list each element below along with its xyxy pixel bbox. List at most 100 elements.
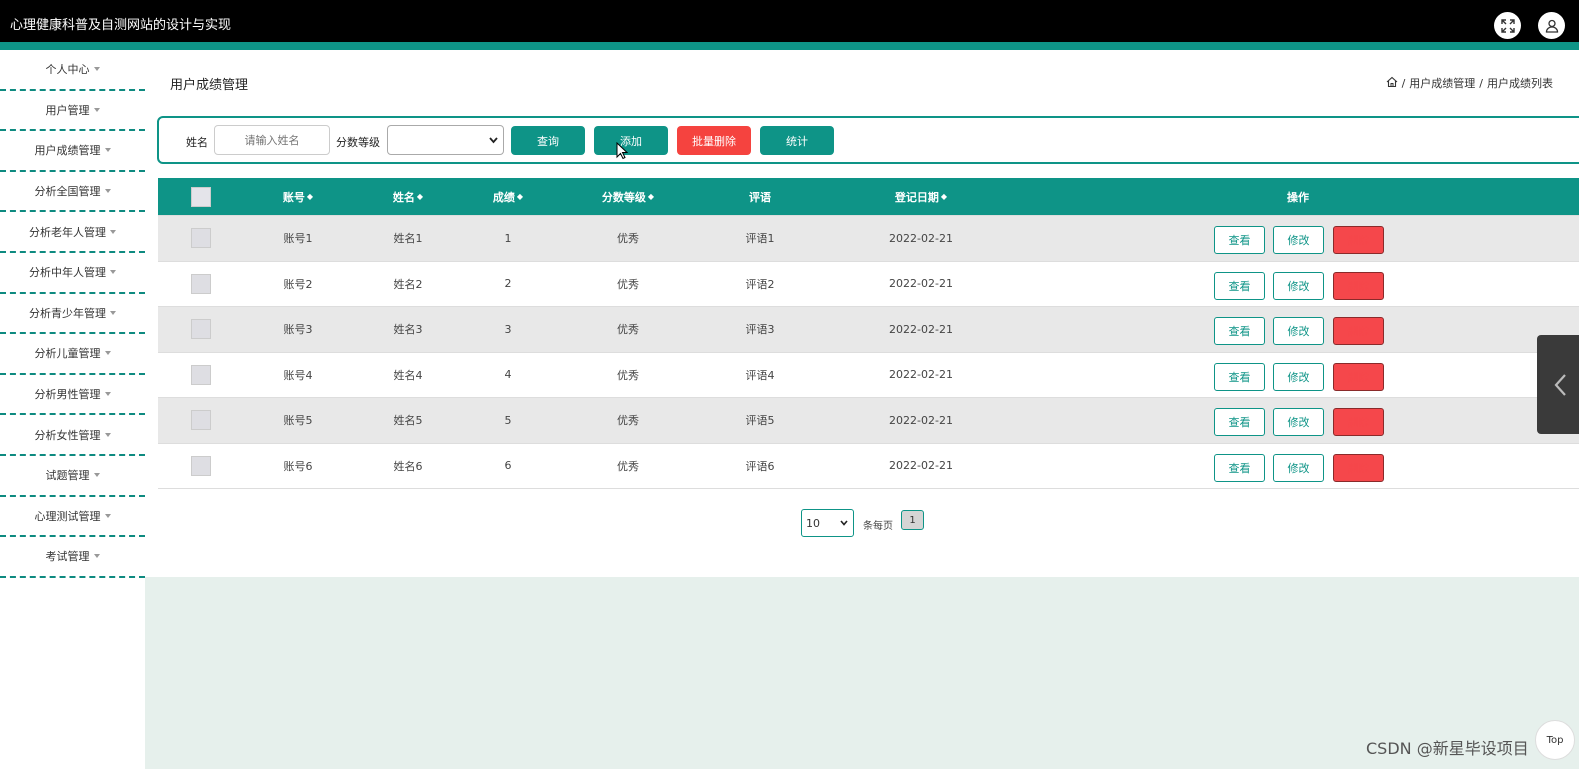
- caret-down-icon: [104, 351, 111, 356]
- home-icon[interactable]: [1386, 76, 1398, 91]
- grade-select[interactable]: [387, 125, 504, 155]
- delete-button[interactable]: 删除: [1333, 317, 1384, 345]
- batch-delete-button[interactable]: 批量删除: [677, 126, 751, 155]
- sidebar-item[interactable]: 考试管理: [0, 537, 145, 578]
- caret-down-icon: [104, 148, 111, 153]
- sidebar-item[interactable]: 分析青少年管理: [0, 294, 145, 335]
- edit-button[interactable]: 修改: [1273, 362, 1324, 391]
- page-size-select[interactable]: 10: [801, 509, 854, 537]
- sidebar-item[interactable]: 分析女性管理: [0, 415, 145, 456]
- sort-icon: ◆: [416, 192, 424, 201]
- scores-table: 账号 ◆ 姓名 ◆ 成绩 ◆ 分数等级 ◆ 评语 登记日期 ◆ 操作 账号1 姓名1 1 优秀评…: [158, 178, 1579, 489]
- cell-account: 账号3: [283, 323, 313, 337]
- table-row: 账号5 姓名5 5 优秀 评语5 2022-02-21 查看 修改 删除: [158, 397, 1579, 443]
- caret-down-icon: [110, 310, 116, 315]
- header-account[interactable]: 账号 ◆: [258, 178, 338, 215]
- view-button[interactable]: 查看: [1214, 453, 1265, 482]
- delete-button[interactable]: 删除: [1333, 362, 1384, 391]
- edit-button[interactable]: 修改: [1273, 453, 1324, 482]
- sidebar-item[interactable]: 分析中年人管理: [0, 253, 145, 294]
- page-title: 用户成绩管理: [170, 78, 249, 93]
- row-checkbox[interactable]: [191, 228, 211, 249]
- view-button[interactable]: 查看: [1214, 408, 1265, 436]
- cell-account: 账号2: [283, 277, 313, 291]
- sidebar-item-label: 用户成绩管理: [34, 144, 101, 158]
- side-drawer-toggle[interactable]: [1537, 335, 1579, 434]
- name-input[interactable]: [214, 125, 330, 155]
- row-checkbox[interactable]: [191, 455, 211, 476]
- cell-name: 姓名1: [393, 232, 423, 246]
- add-button[interactable]: 添加: [594, 126, 668, 155]
- cell-score: 6: [504, 459, 512, 473]
- chevron-left-icon: [1554, 374, 1566, 396]
- cell-score: 4: [504, 368, 512, 382]
- user-icon[interactable]: [1538, 12, 1565, 39]
- header-score[interactable]: 成绩 ◆: [468, 178, 548, 215]
- cell-score: 2: [504, 277, 512, 291]
- sidebar-item[interactable]: 分析儿童管理: [0, 334, 145, 375]
- content-panel: 用户成绩管理 / 用户成绩管理 / 用户成绩列表 姓名 分数等级 查询 添加 批…: [145, 50, 1579, 577]
- caret-down-icon: [93, 473, 100, 478]
- sidebar-item[interactable]: 分析老年人管理: [0, 212, 145, 253]
- sidebar-item[interactable]: 分析全国管理: [0, 172, 145, 213]
- stats-button[interactable]: 统计: [760, 126, 834, 155]
- back-to-top-button[interactable]: Top: [1535, 720, 1575, 760]
- grade-label: 分数等级: [336, 136, 380, 149]
- row-checkbox[interactable]: [191, 273, 211, 294]
- cell-grade: 优秀: [617, 277, 639, 291]
- accent-strip: [0, 42, 1579, 50]
- breadcrumb: / 用户成绩管理 / 用户成绩列表: [1386, 75, 1553, 91]
- sidebar-item[interactable]: 试题管理: [0, 456, 145, 497]
- cell-date: 2022-02-21: [889, 368, 953, 382]
- sidebar-item[interactable]: 心理测试管理: [0, 497, 145, 538]
- view-button[interactable]: 查看: [1214, 226, 1265, 254]
- cell-grade: 优秀: [617, 414, 639, 428]
- header-grade[interactable]: 分数等级 ◆: [578, 178, 678, 215]
- edit-button[interactable]: 修改: [1273, 226, 1324, 254]
- sidebar-item-label: 用户管理: [45, 103, 90, 117]
- select-all-checkbox[interactable]: [191, 186, 211, 207]
- page-number-button[interactable]: 1: [901, 510, 924, 530]
- caret-down-icon: [104, 392, 111, 397]
- cell-account: 账号1: [283, 232, 313, 246]
- edit-button[interactable]: 修改: [1273, 317, 1324, 345]
- edit-button[interactable]: 修改: [1273, 408, 1324, 436]
- view-button[interactable]: 查看: [1214, 362, 1265, 391]
- chevron-down-icon: [489, 137, 498, 144]
- caret-down-icon: [104, 432, 111, 437]
- table-row: 账号6 姓名6 6 优秀 评语6 2022-02-21 查看 修改 删除: [158, 442, 1579, 488]
- cell-account: 账号6: [283, 459, 313, 473]
- header-date[interactable]: 登记日期 ◆: [871, 178, 971, 215]
- sidebar-item-label: 分析男性管理: [34, 388, 101, 402]
- sidebar-item-label: 分析老年人管理: [29, 225, 106, 239]
- sort-icon: ◆: [306, 192, 314, 201]
- row-checkbox[interactable]: [191, 364, 211, 385]
- edit-button[interactable]: 修改: [1273, 271, 1324, 300]
- delete-button[interactable]: 删除: [1333, 408, 1384, 436]
- row-checkbox[interactable]: [191, 410, 211, 431]
- cell-name: 姓名2: [393, 277, 423, 291]
- breadcrumb-item[interactable]: 用户成绩列表: [1487, 75, 1553, 91]
- view-button[interactable]: 查看: [1214, 271, 1265, 300]
- delete-button[interactable]: 删除: [1333, 226, 1384, 254]
- view-button[interactable]: 查看: [1214, 317, 1265, 345]
- delete-button[interactable]: 删除: [1333, 453, 1384, 482]
- watermark: CSDN @新星毕设项目: [1366, 739, 1529, 758]
- sidebar-item[interactable]: 用户成绩管理: [0, 131, 145, 172]
- breadcrumb-item[interactable]: 用户成绩管理: [1409, 75, 1475, 91]
- caret-down-icon: [93, 107, 100, 112]
- table-body: 账号1 姓名1 1 优秀 评语1 2022-02-21 查看 修改 删除 账号2 姓名2 2 优秀 评语2…: [158, 215, 1579, 488]
- caret-down-icon: [93, 67, 100, 72]
- sidebar-item[interactable]: 个人中心: [0, 50, 145, 91]
- sidebar-item[interactable]: 分析男性管理: [0, 375, 145, 416]
- cell-name: 姓名6: [393, 459, 423, 473]
- fullscreen-icon[interactable]: [1494, 12, 1521, 39]
- cell-name: 姓名5: [393, 414, 423, 428]
- query-button[interactable]: 查询: [511, 126, 585, 155]
- delete-button[interactable]: 删除: [1333, 271, 1384, 300]
- caret-down-icon: [93, 554, 100, 559]
- sidebar-item[interactable]: 用户管理: [0, 91, 145, 132]
- cell-date: 2022-02-21: [889, 231, 953, 245]
- row-checkbox[interactable]: [191, 319, 211, 340]
- header-name[interactable]: 姓名 ◆: [368, 178, 448, 215]
